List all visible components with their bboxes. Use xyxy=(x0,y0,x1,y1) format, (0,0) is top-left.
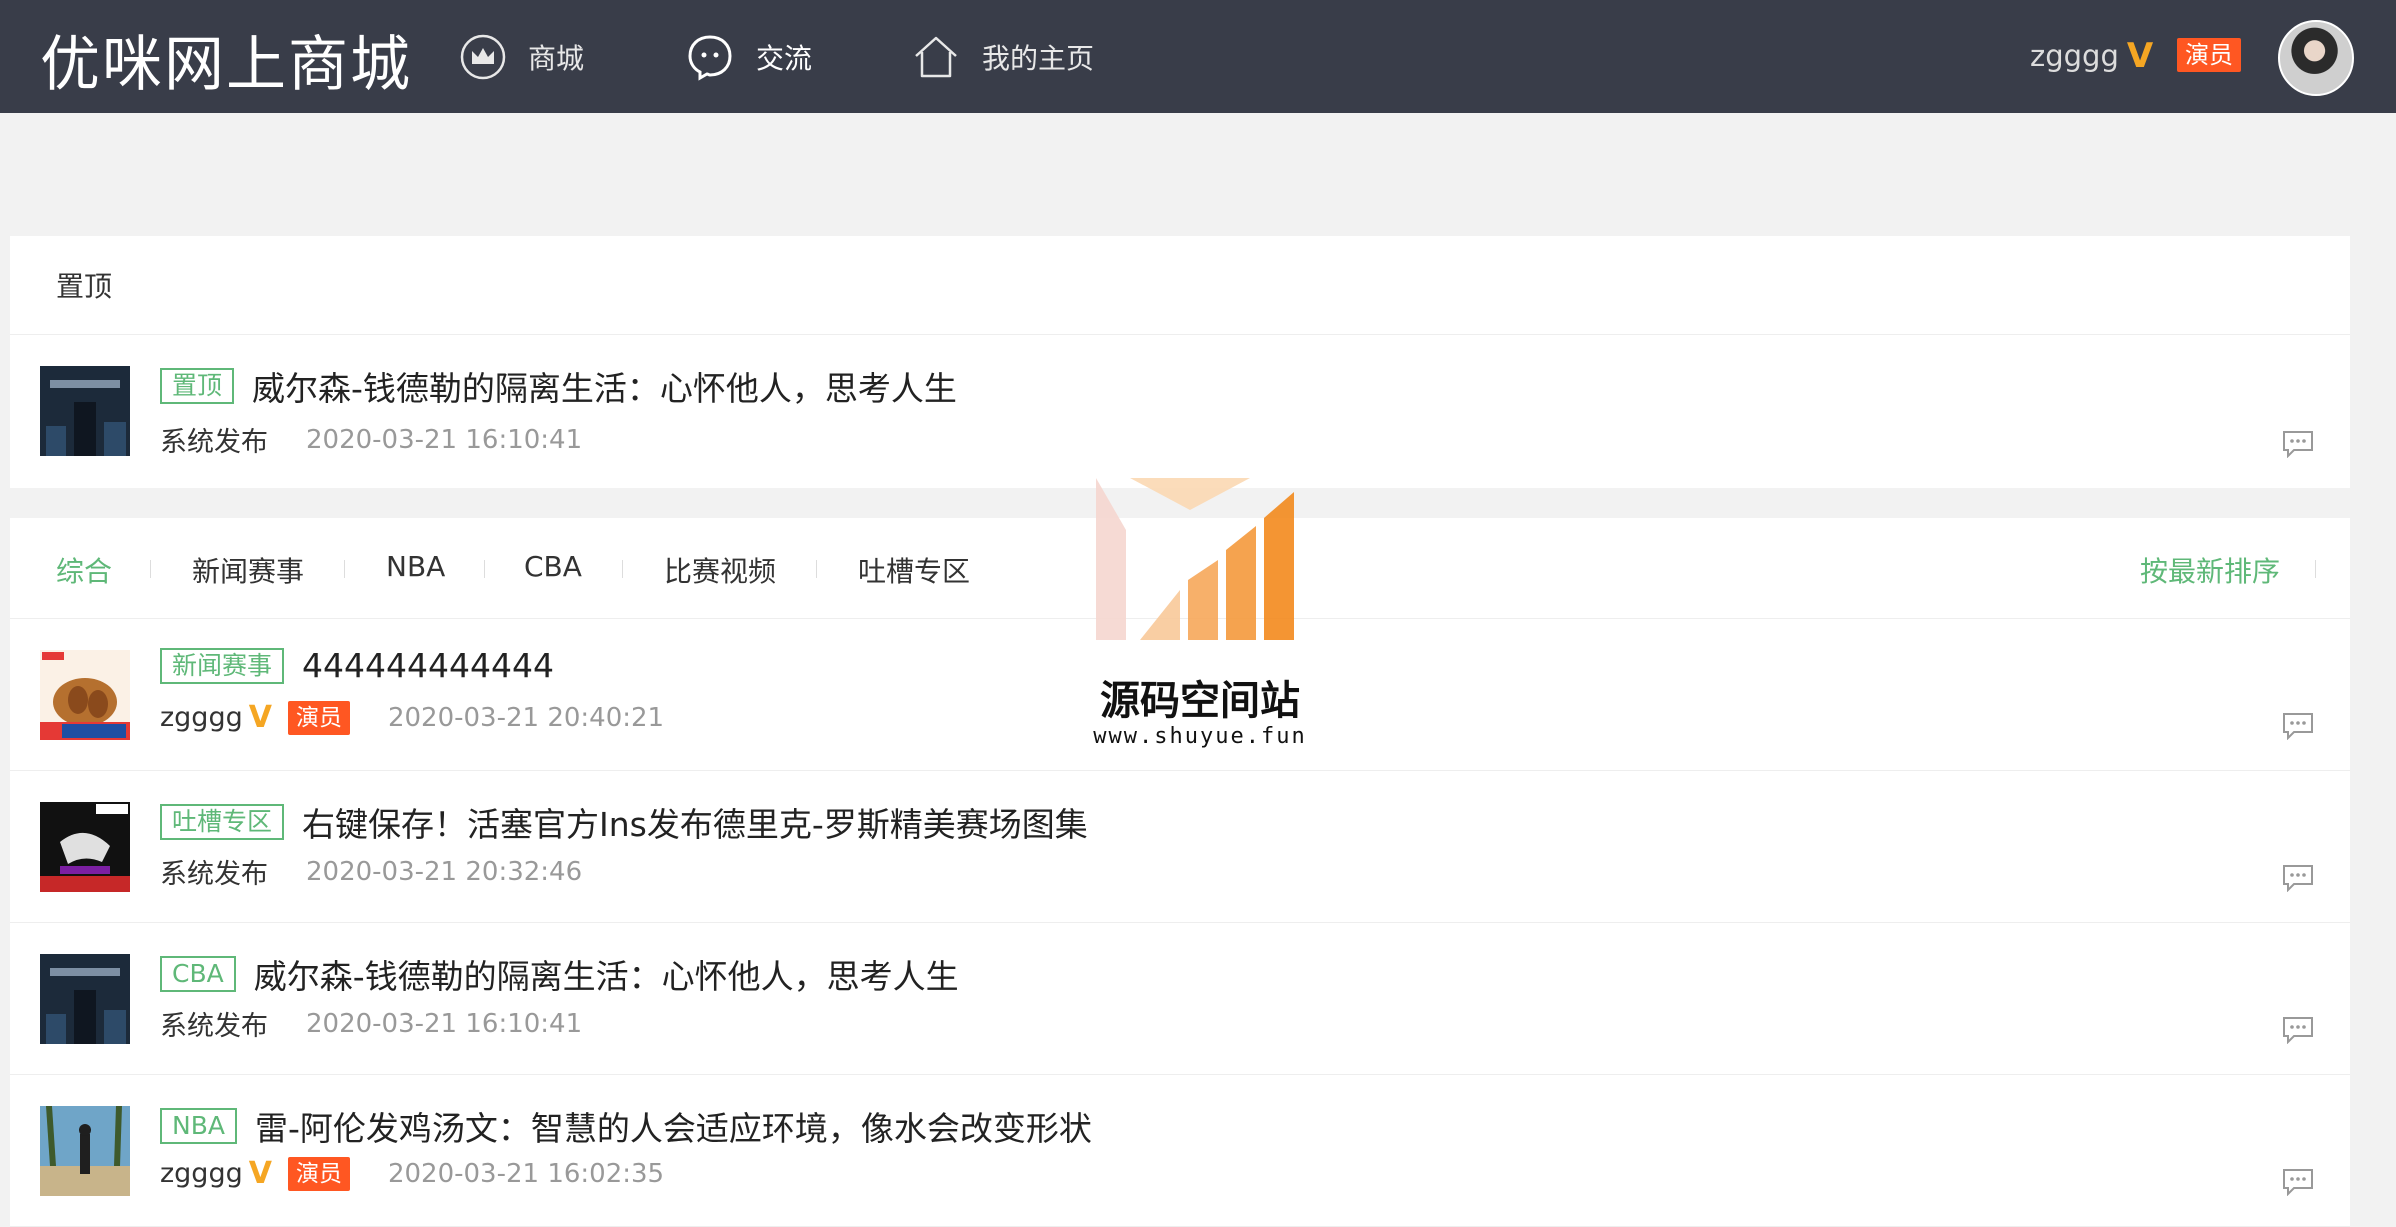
post-author: 系统发布 xyxy=(160,427,268,458)
vip-icon: V xyxy=(2126,36,2154,76)
comment-icon[interactable] xyxy=(2282,430,2314,458)
tab-news[interactable]: 新闻赛事 xyxy=(192,550,304,590)
vip-icon: V xyxy=(248,700,272,735)
role-badge: 演员 xyxy=(287,1156,350,1191)
nav-label-mall: 商城 xyxy=(528,41,585,75)
vip-icon: V xyxy=(248,1156,272,1191)
post-meta: zgggg V 演员 2020-03-21 16:02:35 xyxy=(160,1156,664,1191)
post-author: 系统发布 xyxy=(160,1011,268,1042)
post-title[interactable]: 威尔森-钱德勒的隔离生活：心怀他人，思考人生 xyxy=(254,950,959,998)
site-logo[interactable]: 优咪网上商城 xyxy=(40,16,412,103)
post-tag[interactable]: NBA xyxy=(160,1108,237,1144)
post-author[interactable]: zgggg xyxy=(160,702,243,733)
post-title[interactable]: 雷-阿伦发鸡汤文：智慧的人会适应环境，像水会改变形状 xyxy=(255,1102,1092,1150)
tab-divider xyxy=(622,560,623,578)
comment-icon[interactable] xyxy=(2282,712,2314,740)
top-navigation-bar: 优咪网上商城 商城 交流 我的主页 zgggg V 演员 xyxy=(0,0,2396,113)
tab-divider xyxy=(484,560,485,578)
tab-nba[interactable]: NBA xyxy=(386,550,445,583)
post-tag[interactable]: CBA xyxy=(160,956,236,992)
post-title-line: 置顶 威尔森-钱德勒的隔离生活：心怀他人，思考人生 xyxy=(160,362,957,410)
post-title[interactable]: 威尔森-钱德勒的隔离生活：心怀他人，思考人生 xyxy=(252,362,957,410)
post-title[interactable]: 444444444444 xyxy=(302,646,554,685)
post-title[interactable]: 右键保存！活塞官方Ins发布德里克-罗斯精美赛场图集 xyxy=(302,798,1088,846)
post-author[interactable]: zgggg xyxy=(160,1158,243,1189)
list-item[interactable]: NBA 雷-阿伦发鸡汤文：智慧的人会适应环境，像水会改变形状 zgggg V 演… xyxy=(10,1074,2350,1227)
role-badge: 演员 xyxy=(287,700,350,735)
post-time: 2020-03-21 16:10:41 xyxy=(306,424,583,455)
tab-divider xyxy=(816,560,817,578)
home-icon xyxy=(915,36,957,77)
crown-icon xyxy=(460,34,506,79)
post-thumbnail[interactable] xyxy=(40,650,130,740)
pinned-header: 置顶 xyxy=(10,236,2350,335)
post-meta: zgggg V 演员 2020-03-21 20:40:21 xyxy=(160,700,664,735)
sort-newest-link[interactable]: 按最新排序 xyxy=(2140,550,2280,590)
post-thumbnail[interactable] xyxy=(40,1106,130,1196)
watermark-url: www.shuyue.fun xyxy=(1093,724,1307,749)
list-item[interactable]: 吐槽专区 右键保存！活塞官方Ins发布德里克-罗斯精美赛场图集 系统发布 202… xyxy=(10,770,2350,923)
comment-icon[interactable] xyxy=(2282,864,2314,892)
post-thumbnail[interactable] xyxy=(40,802,130,892)
avatar[interactable] xyxy=(2278,20,2354,96)
post-title-line: NBA 雷-阿伦发鸡汤文：智慧的人会适应环境，像水会改变形状 xyxy=(160,1102,1092,1150)
post-meta: 系统发布 2020-03-21 16:10:41 xyxy=(160,420,582,459)
pinned-post[interactable]: 置顶 威尔森-钱德勒的隔离生活：心怀他人，思考人生 系统发布 2020-03-2… xyxy=(10,334,2350,488)
post-thumbnail[interactable] xyxy=(40,954,130,1044)
pinned-section: 置顶 置顶 威尔森-钱德勒的隔离生活：心怀他人，思考人生 系统发布 2020-0… xyxy=(10,236,2350,488)
nav-item-mall[interactable]: 商城 xyxy=(460,0,584,113)
tab-divider xyxy=(344,560,345,578)
comment-icon[interactable] xyxy=(2282,1168,2314,1196)
tab-match-video[interactable]: 比赛视频 xyxy=(664,550,776,590)
post-time: 2020-03-21 20:40:21 xyxy=(387,702,665,733)
post-title-line: CBA 威尔森-钱德勒的隔离生活：心怀他人，思考人生 xyxy=(160,950,959,998)
post-tag[interactable]: 置顶 xyxy=(160,368,235,404)
user-name[interactable]: zgggg V xyxy=(2030,36,2153,76)
nav-item-my-home[interactable]: 我的主页 xyxy=(912,0,1094,113)
post-title-line: 吐槽专区 右键保存！活塞官方Ins发布德里克-罗斯精美赛场图集 xyxy=(160,798,1088,846)
post-time: 2020-03-21 20:32:46 xyxy=(306,856,583,887)
post-time: 2020-03-21 16:02:35 xyxy=(387,1158,665,1189)
post-tag[interactable]: 吐槽专区 xyxy=(160,804,285,840)
username-text: zgggg xyxy=(2030,39,2119,73)
post-author: 系统发布 xyxy=(160,859,268,890)
nav-item-community[interactable]: 交流 xyxy=(686,0,812,113)
role-badge: 演员 xyxy=(2177,38,2241,72)
post-time: 2020-03-21 16:10:41 xyxy=(306,1008,583,1039)
post-tag[interactable]: 新闻赛事 xyxy=(160,647,285,684)
post-title-line: 新闻赛事 444444444444 xyxy=(160,646,554,685)
watermark-text: 源码空间站 xyxy=(1100,678,1300,724)
nav-label-community: 交流 xyxy=(756,41,813,75)
tab-rant-zone[interactable]: 吐槽专区 xyxy=(858,550,970,590)
tab-divider xyxy=(150,560,151,578)
chat-bubble-icon xyxy=(688,34,732,81)
nav-label-my-home: 我的主页 xyxy=(982,41,1095,75)
post-meta: 系统发布 2020-03-21 20:32:46 xyxy=(160,852,582,891)
tab-general[interactable]: 综合 xyxy=(56,550,112,590)
list-item[interactable]: CBA 威尔森-钱德勒的隔离生活：心怀他人，思考人生 系统发布 2020-03-… xyxy=(10,922,2350,1075)
tab-cba[interactable]: CBA xyxy=(524,550,582,583)
post-thumbnail[interactable] xyxy=(40,366,130,456)
post-meta: 系统发布 2020-03-21 16:10:41 xyxy=(160,1004,582,1043)
sort-divider xyxy=(2315,560,2316,578)
comment-icon[interactable] xyxy=(2282,1016,2314,1044)
